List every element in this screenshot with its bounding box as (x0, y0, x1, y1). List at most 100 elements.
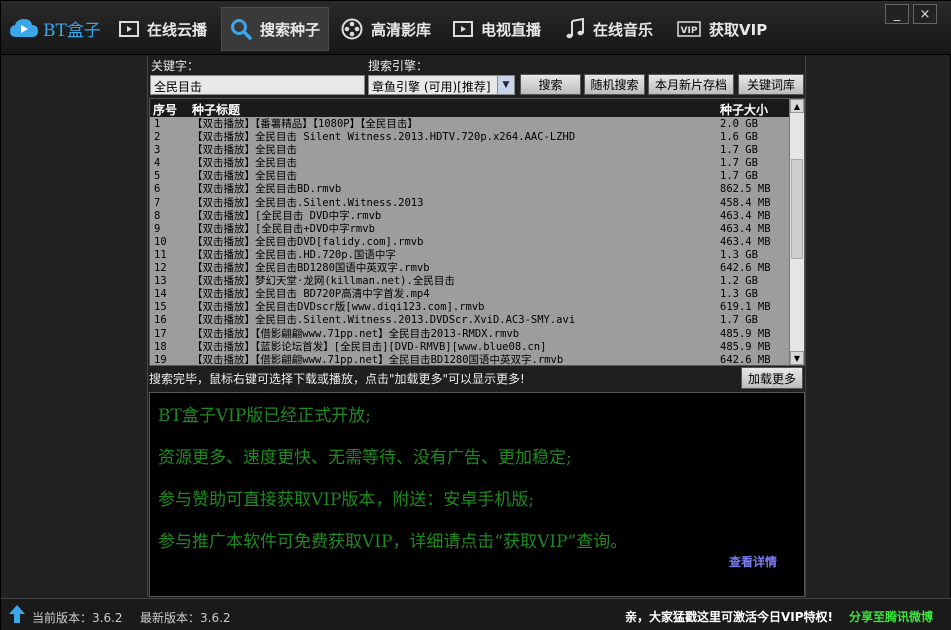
cell-idx: 19 (154, 353, 167, 366)
cell-size: 1.3 GB (720, 248, 758, 261)
view-details-link[interactable]: 查看详情 (729, 553, 777, 570)
cell-title: 【双击播放】[全民目击 DVD中字.rmvb (192, 209, 382, 222)
cell-size: 458.4 MB (720, 196, 771, 209)
top-nav-bar: BT盒子 在线云播 搜索种子 高清影库 电视直播 在线音乐 VIP 获取VIP … (1, 1, 951, 55)
torrent-table: 序号 种子标题 种子大小 1 【双击播放】【番薯精品】【1080P】【全民目击】 2… (149, 98, 805, 366)
upload-arrow-icon[interactable] (8, 604, 26, 624)
search-button[interactable]: 搜索 (520, 74, 581, 95)
tab-hd-movie-library[interactable]: 高清影库 (333, 7, 439, 51)
minimize-button[interactable]: _ (885, 4, 909, 24)
cell-idx: 10 (154, 235, 167, 248)
column-header-idx[interactable]: 序号 (153, 101, 177, 118)
tab-label: 在线云播 (147, 20, 208, 39)
table-row[interactable]: 1 【双击播放】【番薯精品】【1080P】【全民目击】 2.0 GB (150, 118, 790, 131)
cell-title: 【双击播放】全民目击 (192, 144, 297, 157)
cell-idx: 11 (154, 248, 167, 261)
column-header-title[interactable]: 种子标题 (192, 101, 240, 118)
monthly-archive-button[interactable]: 本月新片存档 (648, 74, 734, 95)
promo-line-1: BT盒子VIP版已经正式开放; (158, 406, 371, 426)
app-window: BT盒子 在线云播 搜索种子 高清影库 电视直播 在线音乐 VIP 获取VIP … (0, 0, 951, 630)
cell-title: 【双击播放】全民目击BD.rmvb (192, 183, 342, 196)
table-row[interactable]: 11 【双击播放】全民目击.HD.720p.国语中字 1.3 GB (150, 249, 790, 262)
cell-size: 619.1 MB (720, 301, 771, 314)
cell-size: 1.2 GB (720, 275, 758, 288)
table-row[interactable]: 8 【双击播放】[全民目击 DVD中字.rmvb 463.4 MB (150, 210, 790, 223)
cell-idx: 9 (154, 222, 161, 235)
tab-label: 高清影库 (371, 20, 432, 39)
cell-size: 485.9 MB (720, 327, 771, 340)
promo-line-2: 资源更多、速度更快、无需等待、没有广告、更加稳定; (158, 448, 572, 468)
table-row[interactable]: 15 【双击播放】全民目击DVDscr版[www.diqi123.com].rmv… (150, 301, 790, 314)
tab-tv-live[interactable]: 电视直播 (445, 7, 549, 51)
cell-idx: 8 (154, 209, 161, 222)
table-row[interactable]: 10 【双击播放】全民目击DVD[falidy.com].rmvb 463.4 MB (150, 236, 790, 249)
table-row[interactable]: 4 【双击播放】全民目击 1.7 GB (150, 157, 790, 170)
table-row[interactable]: 19 【双击播放】【借影翩翩www.71pp.net】全民目击BD1280国语中英… (150, 354, 790, 366)
cell-size: 463.4 MB (720, 235, 771, 248)
cell-title: 【双击播放】全民目击BD1280国语中英双字.rmvb (192, 262, 430, 275)
keyword-library-button[interactable]: 关键词库 (738, 74, 804, 95)
music-note-icon (566, 18, 584, 39)
table-row[interactable]: 9 【双击播放】[全民目击+DVD中字rmvb 463.4 MB (150, 223, 790, 236)
tab-label: 在线音乐 (593, 20, 654, 39)
vip-activate-link[interactable]: 亲，大家猛戳这里可激活今日VIP特权! (625, 608, 833, 625)
scroll-down-icon[interactable]: ▼ (790, 351, 804, 365)
chevron-down-icon[interactable]: ▼ (497, 76, 514, 94)
cell-title: 【双击播放】全民目击.Silent.Witness.2013.DVDScr.Xv… (192, 314, 576, 327)
cell-idx: 4 (154, 157, 161, 170)
tab-online-cloud-play[interactable]: 在线云播 (111, 7, 215, 51)
status-text: 搜索完毕，鼠标右键可选择下载或播放，点击"加载更多"可以显示更多! (149, 372, 525, 386)
cell-title: 【双击播放】全民目击 BD720P高清中字首发.mp4 (192, 288, 430, 301)
status-bar: 当前版本：3.6.2 最新版本：3.6.2 亲，大家猛戳这里可激活今日VIP特权… (1, 598, 951, 630)
tab-online-music[interactable]: 在线音乐 (557, 7, 661, 51)
table-row[interactable]: 5 【双击播放】全民目击 1.7 GB (150, 170, 790, 183)
logo-text: BT盒子 (43, 20, 101, 41)
close-button[interactable]: × (913, 4, 937, 24)
keyword-input[interactable]: 全民目击 (150, 75, 365, 95)
engine-select[interactable]: 章鱼引擎 (可用)[推荐] ▼ (368, 75, 515, 95)
cell-idx: 12 (154, 262, 167, 275)
cell-size: 862.5 MB (720, 183, 771, 196)
promo-panel: BT盒子VIP版已经正式开放; 资源更多、速度更快、无需等待、没有广告、更加稳定… (149, 392, 805, 597)
table-row[interactable]: 17 【双击播放】【借影翩翩www.71pp.net】全民目击2013-RMDX.… (150, 328, 790, 341)
table-row[interactable]: 7 【双击播放】全民目击.Silent.Witness.2013 458.4 MB (150, 197, 790, 210)
vip-icon: VIP (677, 21, 701, 37)
keyword-label: 关键字： (151, 59, 200, 73)
tab-get-vip[interactable]: VIP 获取VIP (669, 7, 775, 51)
cell-title: 【双击播放】【番薯精品】【1080P】【全民目击】 (192, 118, 418, 130)
tab-search-torrent[interactable]: 搜索种子 (221, 7, 330, 51)
tab-label: 获取VIP (709, 20, 768, 39)
table-row[interactable]: 16 【双击播放】全民目击.Silent.Witness.2013.DVDScr.… (150, 314, 790, 327)
cell-idx: 14 (154, 288, 167, 301)
cell-title: 【双击播放】[全民目击+DVD中字rmvb (192, 222, 375, 235)
vertical-scrollbar[interactable]: ▲ ▼ (789, 99, 804, 365)
play-window-icon (119, 21, 139, 37)
cell-size: 2.0 GB (720, 118, 758, 130)
cell-title: 【双击播放】全民目击DVDscr版[www.diqi123.com].rmvb (192, 301, 485, 314)
cell-title: 【双击播放】全民目击 (192, 157, 297, 170)
scroll-thumb[interactable] (791, 159, 803, 259)
scroll-up-icon[interactable]: ▲ (790, 99, 804, 113)
promo-line-3: 参与赞助可直接获取VIP版本，附送：安卓手机版; (158, 490, 535, 510)
column-header-size[interactable]: 种子大小 (720, 101, 768, 118)
cell-size: 642.6 MB (720, 262, 771, 275)
table-row[interactable]: 3 【双击播放】全民目击 1.7 GB (150, 144, 790, 157)
minimize-icon: _ (893, 6, 901, 22)
tv-play-icon (453, 21, 473, 37)
random-search-button[interactable]: 随机搜索 (584, 74, 645, 95)
load-more-button[interactable]: 加载更多 (741, 367, 803, 389)
svg-text:VIP: VIP (681, 26, 698, 36)
table-row[interactable]: 13 【双击播放】梦幻天堂·龙网(killman.net).全民目击 1.2 GB (150, 275, 790, 288)
cell-idx: 6 (154, 183, 161, 196)
table-row[interactable]: 2 【双击播放】全民目击 Silent Witness.2013.HDTV.720… (150, 131, 790, 144)
table-row[interactable]: 18 【双击播放】【蓝影论坛首发】[全民目击][DVD-RMVB][www.blu… (150, 341, 790, 354)
share-weibo-link[interactable]: 分享至腾讯微博 (849, 608, 933, 625)
cell-idx: 17 (154, 327, 167, 340)
cell-idx: 1 (154, 118, 161, 130)
cell-title: 【双击播放】全民目击 (192, 170, 297, 183)
table-row[interactable]: 12 【双击播放】全民目击BD1280国语中英双字.rmvb 642.6 MB (150, 262, 790, 275)
table-row[interactable]: 14 【双击播放】全民目击 BD720P高清中字首发.mp4 1.3 GB (150, 288, 790, 301)
cell-size: 642.6 MB (720, 353, 771, 366)
table-row[interactable]: 6 【双击播放】全民目击BD.rmvb 862.5 MB (150, 183, 790, 196)
cell-idx: 16 (154, 314, 167, 327)
